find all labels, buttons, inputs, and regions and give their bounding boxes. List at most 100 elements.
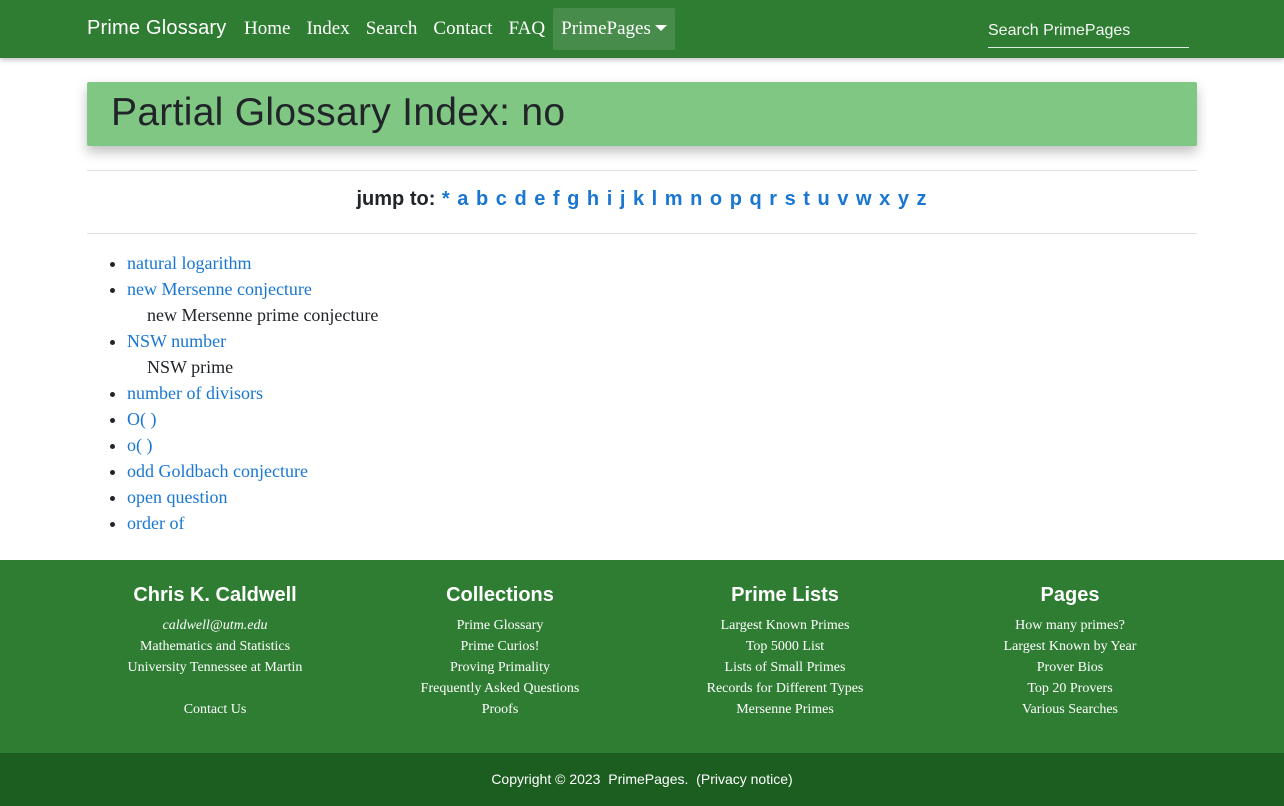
glossary-entry: open question [127,484,378,510]
jump-letter-link[interactable]: u [818,188,830,210]
glossary-alias: new Mersenne prime conjecture [147,305,379,325]
page-title: Partial Glossary Index: no [111,91,566,134]
jump-letter-link[interactable]: m [665,188,683,210]
glossary-entry: natural logarithm [127,250,378,276]
jump-letter-link[interactable]: * [442,188,450,210]
glossary-term-link[interactable]: natural logarithm [127,253,251,273]
jump-letter-link[interactable]: i [607,188,613,210]
divider-top [87,170,1197,171]
contact-us-link[interactable]: Contact Us [87,699,343,720]
glossary-term-link[interactable]: O( ) [127,409,157,429]
jump-to-bar: jump to: * a b c d e f g h i j k l m n o… [0,188,1284,211]
brand-link[interactable]: Prime Glossary [87,17,227,40]
jump-letter-link[interactable]: a [457,188,468,210]
glossary-term-link[interactable]: NSW number [127,331,226,351]
footer-link[interactable]: Prime Curios! [372,636,628,657]
jump-letter-link[interactable]: j [620,188,626,210]
footer-pages-heading: Pages [1040,584,1100,606]
jump-letter-link[interactable]: v [837,188,848,210]
jump-letter-link[interactable]: b [476,188,488,210]
copyright-text: Copyright © 2023 [491,771,601,787]
jump-letter-link[interactable]: q [749,188,761,210]
jump-letter-link[interactable]: e [534,188,545,210]
jump-letter-link[interactable]: w [856,188,872,210]
footer-author-column: Chris K. Caldwell caldwell@utm.edu Mathe… [87,584,343,720]
primepages-link[interactable]: PrimePages [608,771,684,787]
footer-author-heading: Chris K. Caldwell [133,584,297,606]
glossary-list: natural logarithm new Mersenne conjecture… [127,250,378,536]
glossary-entry: order of [127,510,378,536]
jump-letter-link[interactable]: l [652,188,658,210]
jump-letter-link[interactable]: z [917,188,927,210]
glossary-entry: o( ) [127,432,378,458]
footer-link[interactable]: Top 20 Provers [942,678,1198,699]
glossary-entry: NSW number [127,328,378,354]
nav-links: Home Index Search Contact FAQ PrimePages [236,8,675,50]
glossary-term-link[interactable]: order of [127,513,184,533]
jump-letter-link[interactable]: p [730,188,742,210]
glossary-alias: NSW prime [147,357,234,377]
nav-contact[interactable]: Contact [425,8,500,50]
jump-letter-link[interactable]: c [496,188,507,210]
nav-search[interactable]: Search [358,8,426,50]
nav-index[interactable]: Index [298,8,357,50]
jump-letter-link[interactable]: s [785,188,796,210]
footer-link[interactable]: Prime Glossary [372,615,628,636]
footer-link[interactable]: Lists of Small Primes [657,657,913,678]
jump-letter-link[interactable]: y [898,188,909,210]
jump-letter-link[interactable]: f [553,188,560,210]
glossary-entry: number of divisors [127,380,378,406]
jump-letter-link[interactable]: k [633,188,644,210]
nav-home[interactable]: Home [236,8,298,50]
jump-links: * a b c d e f g h i j k l m n o p q r s … [441,188,928,210]
copyright-bar: Copyright © 2023 PrimePages. (Privacy no… [0,753,1284,806]
footer-spacer [87,678,343,699]
glossary-term-link[interactable]: o( ) [127,435,153,455]
search-input[interactable] [988,14,1189,48]
jump-letter-link[interactable]: n [690,188,702,210]
primepages-dropdown[interactable]: PrimePages [553,8,675,50]
chevron-down-icon [654,25,667,31]
footer-link[interactable]: Largest Known Primes [657,615,913,636]
footer-link[interactable]: Top 5000 List [657,636,913,657]
glossary-term-link[interactable]: number of divisors [127,383,263,403]
footer-link[interactable]: Frequently Asked Questions [372,678,628,699]
footer: Chris K. Caldwell caldwell@utm.edu Mathe… [0,560,1284,753]
jump-letter-link[interactable]: d [514,188,526,210]
glossary-term-link[interactable]: odd Goldbach conjecture [127,461,308,481]
footer-prime-lists-heading: Prime Lists [731,584,839,606]
jump-letter-link[interactable]: x [879,188,890,210]
jump-letter-link[interactable]: o [710,188,722,210]
footer-link[interactable]: Largest Known by Year [942,636,1198,657]
footer-collections-heading: Collections [446,584,554,606]
footer-link[interactable]: Proving Primality [372,657,628,678]
footer-link[interactable]: Mersenne Primes [657,699,913,720]
author-dept: Mathematics and Statistics [139,639,291,654]
glossary-entry: new Mersenne conjecture [127,276,378,302]
top-navbar: Prime Glossary Home Index Search Contact… [0,0,1284,58]
primepages-dropdown-label: PrimePages [561,18,651,39]
author-email-link[interactable]: caldwell@utm.edu [87,615,343,636]
jump-label: jump to: [356,188,436,210]
jump-letter-link[interactable]: h [587,188,599,210]
footer-prime-lists-column: Prime Lists Largest Known Primes Top 500… [657,584,913,720]
title-card: Partial Glossary Index: no [87,82,1197,146]
footer-pages-column: Pages How many primes? Largest Known by … [942,584,1198,720]
footer-link[interactable]: Various Searches [942,699,1198,720]
glossary-term-link[interactable]: open question [127,487,228,507]
jump-letter-link[interactable]: t [803,188,810,210]
glossary-term-link[interactable]: new Mersenne conjecture [127,279,312,299]
footer-collections-column: Collections Prime Glossary Prime Curios!… [372,584,628,720]
footer-link[interactable]: Records for Different Types [657,678,913,699]
author-university: University Tennessee at Martin [127,660,303,675]
privacy-notice-link[interactable]: Privacy notice [701,771,788,787]
jump-letter-link[interactable]: r [769,188,777,210]
nav-faq[interactable]: FAQ [501,8,554,50]
glossary-entry: O( ) [127,406,378,432]
footer-link[interactable]: Prover Bios [942,657,1198,678]
jump-letter-link[interactable]: g [567,188,579,210]
glossary-entry: odd Goldbach conjecture [127,458,378,484]
footer-link[interactable]: How many primes? [942,615,1198,636]
divider-bottom [87,233,1197,234]
footer-link[interactable]: Proofs [372,699,628,720]
